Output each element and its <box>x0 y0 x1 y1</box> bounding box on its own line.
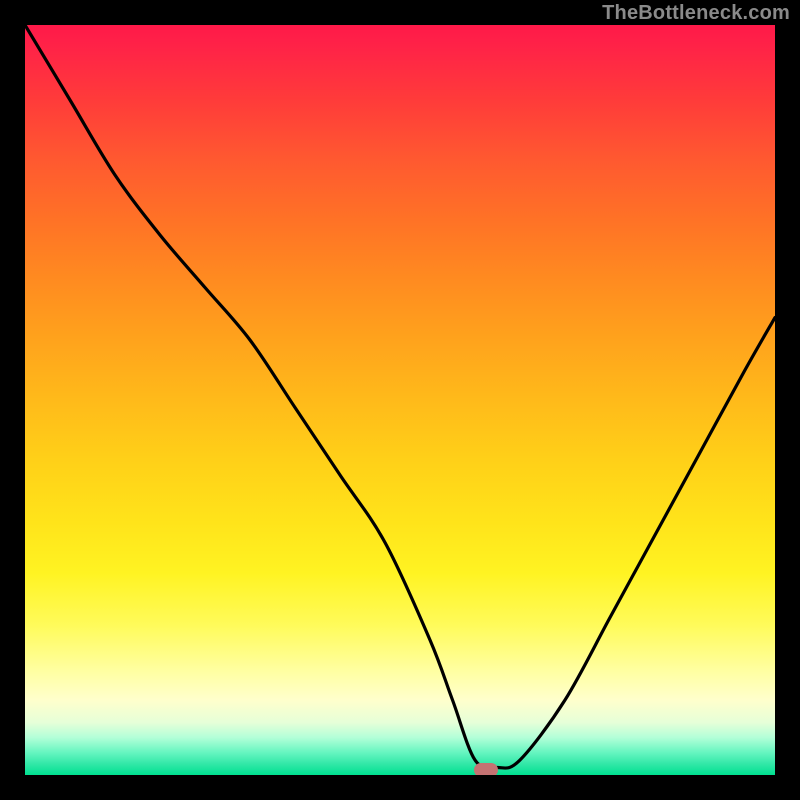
bottleneck-curve <box>25 25 775 775</box>
bottleneck-marker <box>474 763 498 775</box>
plot-area <box>25 25 775 775</box>
chart-container: TheBottleneck.com <box>0 0 800 800</box>
watermark-text: TheBottleneck.com <box>602 2 790 25</box>
